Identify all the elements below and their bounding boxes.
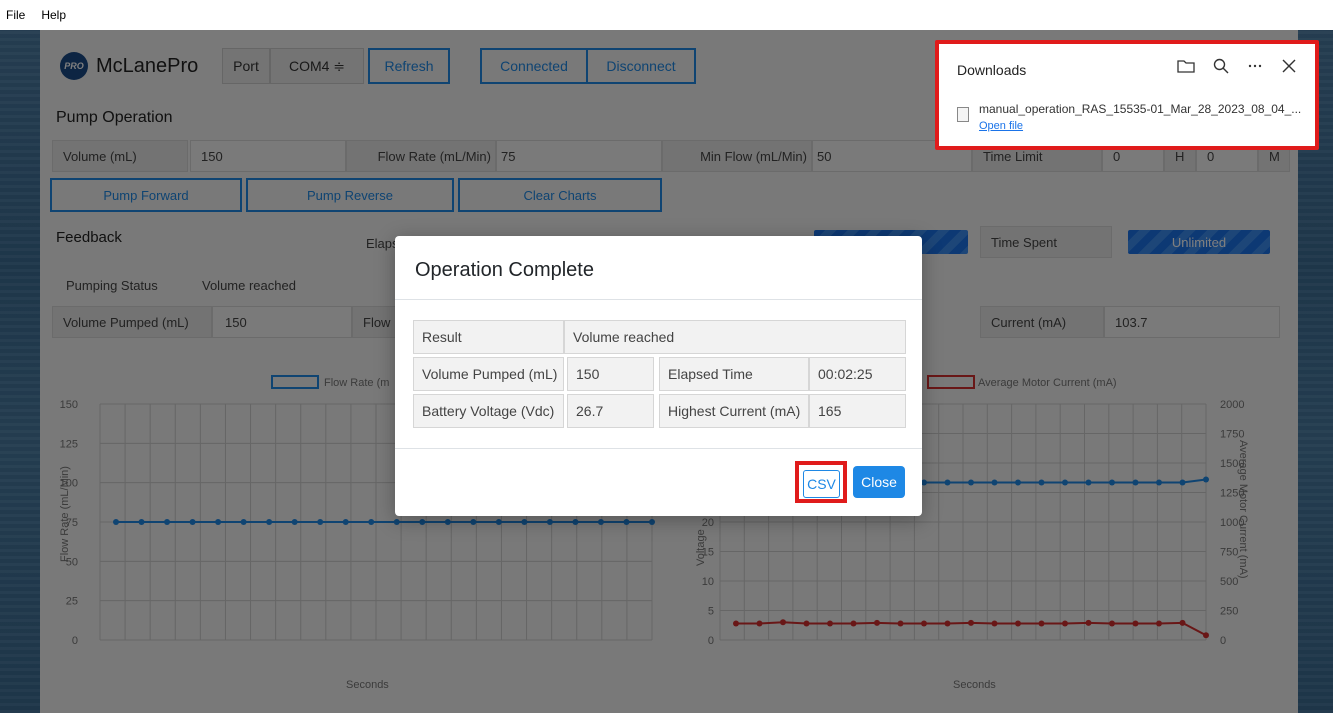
highest-current-value: 165	[809, 394, 906, 428]
file-icon	[957, 107, 969, 122]
elapsed-time-value: 00:02:25	[809, 357, 906, 391]
download-file-name[interactable]: manual_operation_RAS_15535-01_Mar_28_202…	[979, 102, 1301, 116]
folder-icon[interactable]	[1177, 58, 1195, 79]
more-icon[interactable]	[1247, 58, 1263, 79]
result-value: Volume reached	[564, 320, 906, 354]
menu-bar: File Help	[0, 0, 1333, 30]
highest-current-label: Highest Current (mA)	[659, 394, 809, 428]
modal-title: Operation Complete	[415, 259, 594, 281]
downloads-title: Downloads	[957, 62, 1027, 78]
menu-help[interactable]: Help	[39, 6, 68, 24]
elapsed-time-label: Elapsed Time	[659, 357, 809, 391]
modal-footer-divider	[395, 448, 922, 449]
modal-volume-pumped-value: 150	[567, 357, 654, 391]
downloads-panel: Downloads manual_operation_RAS_15535-01_…	[935, 40, 1319, 150]
modal-header-divider	[395, 299, 922, 300]
menu-file[interactable]: File	[4, 6, 27, 24]
close-button[interactable]: Close	[853, 466, 905, 498]
result-label: Result	[413, 320, 564, 354]
search-icon[interactable]	[1213, 58, 1229, 79]
battery-voltage-label: Battery Voltage (Vdc)	[413, 394, 564, 428]
csv-button[interactable]: CSV	[803, 470, 840, 498]
open-file-link[interactable]: Open file	[979, 120, 1023, 132]
modal-volume-pumped-label: Volume Pumped (mL)	[413, 357, 564, 391]
close-icon[interactable]	[1281, 58, 1297, 79]
battery-voltage-value: 26.7	[567, 394, 654, 428]
